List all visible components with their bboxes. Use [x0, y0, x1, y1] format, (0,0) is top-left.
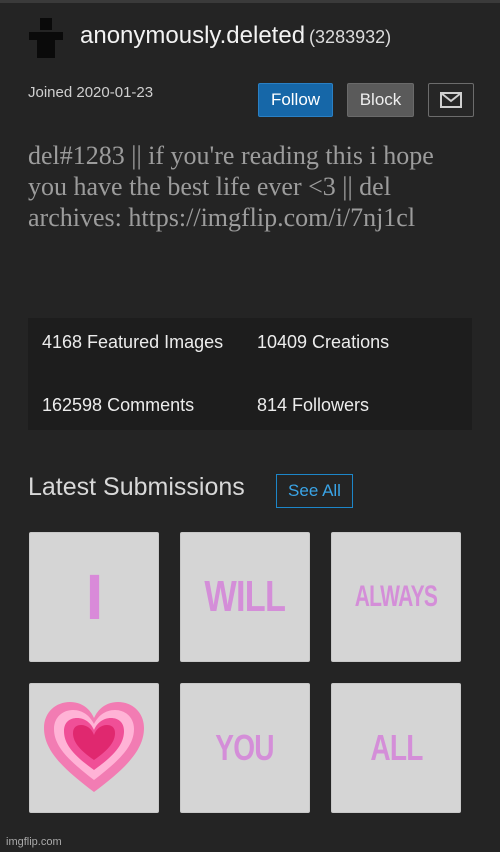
follow-button[interactable]: Follow — [258, 83, 333, 117]
block-button[interactable]: Block — [347, 83, 414, 117]
latest-submissions-title: Latest Submissions — [28, 473, 245, 501]
thumbnail-text: WILL — [204, 572, 287, 621]
submission-thumbnail[interactable]: ALL — [331, 683, 461, 813]
user-avatar[interactable] — [27, 18, 65, 58]
submission-thumbnail[interactable]: WILL — [180, 532, 310, 662]
heart-icon — [44, 702, 144, 792]
top-divider — [0, 0, 500, 3]
imgflip-watermark: imgflip.com — [6, 836, 62, 848]
message-button[interactable] — [428, 83, 474, 117]
submission-thumbnail[interactable] — [29, 683, 159, 813]
stat-followers[interactable]: 814 Followers — [257, 393, 369, 417]
submission-thumbnail[interactable]: YOU — [180, 683, 310, 813]
username[interactable]: anonymously.deleted — [80, 22, 305, 49]
submission-thumbnail[interactable]: ALWAYS — [331, 532, 461, 662]
stat-creations[interactable]: 10409 Creations — [257, 330, 389, 354]
profile-header: anonymously.deleted (3283932) — [80, 22, 391, 50]
thumbnail-text: YOU — [215, 727, 275, 768]
stats-panel: 4168 Featured Images 10409 Creations 162… — [28, 318, 472, 430]
see-all-button[interactable]: See All — [276, 474, 353, 508]
thumbnail-text: ALL — [369, 727, 423, 768]
stat-comments[interactable]: 162598 Comments — [42, 393, 194, 417]
joined-date: Joined 2020-01-23 — [28, 84, 154, 101]
profile-bio: del#1283 || if you're reading this i hop… — [28, 141, 441, 232]
user-id: (3283932) — [309, 27, 392, 47]
envelope-icon — [440, 92, 462, 108]
thumbnail-text: I — [85, 561, 104, 633]
thumbnail-text: ALWAYS — [354, 580, 438, 613]
submission-thumbnail[interactable]: I — [29, 532, 159, 662]
stat-featured-images[interactable]: 4168 Featured Images — [42, 330, 242, 354]
avatar-silhouette-icon — [29, 18, 63, 58]
